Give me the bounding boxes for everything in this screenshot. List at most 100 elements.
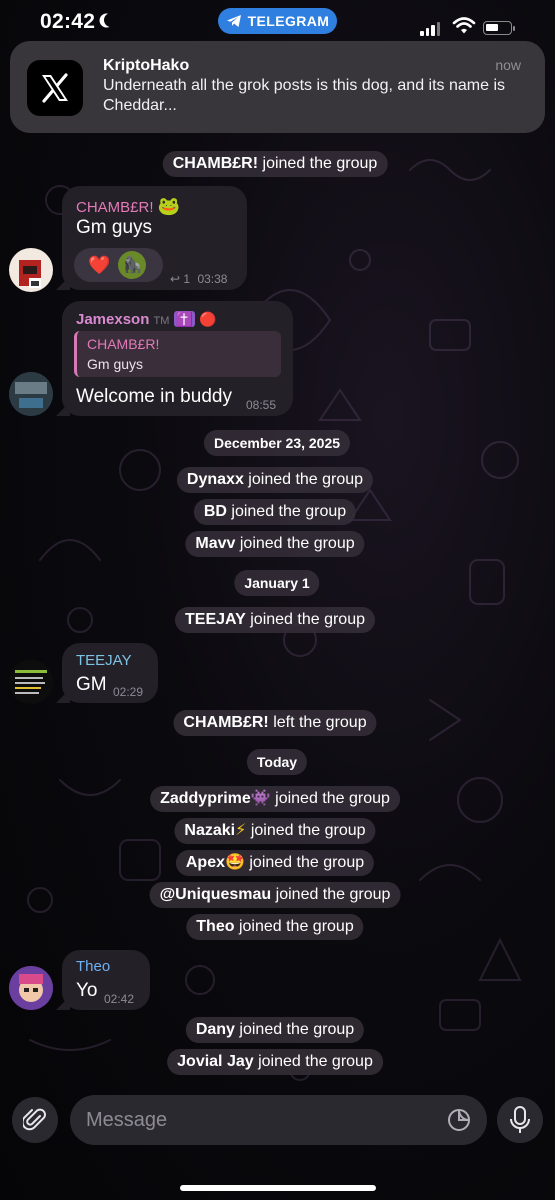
service-name: Apex: [185, 854, 225, 871]
service-text: joined the group: [258, 1053, 373, 1070]
service-text: joined the group: [239, 1021, 355, 1038]
reactions-row[interactable]: ❤️ 🦍: [74, 248, 163, 282]
notification-time: now: [495, 57, 521, 73]
service-text: joined the group: [239, 535, 355, 552]
message-time: 08:55: [246, 398, 277, 412]
service-text: joined the group: [275, 790, 390, 807]
service-name: TEEJAY: [185, 611, 246, 628]
message-time: 02:42: [104, 992, 135, 1006]
attach-button[interactable]: [12, 1097, 58, 1143]
avatar-theo[interactable]: [9, 966, 53, 1010]
message-bubble-theo[interactable]: Theo Yo 02:42: [56, 950, 150, 1010]
message-sender: TEEJAY: [76, 652, 132, 669]
red-circle-emoji: 🔴: [199, 311, 217, 327]
avatar-jamexson[interactable]: [9, 372, 53, 416]
message-bubble-teejay[interactable]: TEEJAY GM 02:29: [56, 643, 158, 703]
voice-message-button[interactable]: [497, 1097, 543, 1143]
service-message: Dynaxx joined the group: [176, 467, 374, 493]
service-message: @Uniquesmau joined the group: [149, 882, 401, 908]
service-name: Theo: [196, 918, 235, 935]
service-message: TEEJAY joined the group: [175, 607, 375, 633]
sender-emoji: 🐸: [157, 196, 181, 216]
service-name: BD: [203, 503, 227, 520]
service-message: Jovial Jay joined the group: [167, 1049, 383, 1075]
message-input-container[interactable]: [70, 1095, 487, 1145]
notification-body: Underneath all the grok posts is this do…: [103, 77, 505, 114]
message-time: 02:29: [113, 685, 144, 699]
avatar-chamber[interactable]: [9, 248, 53, 292]
service-text: joined the group: [249, 854, 365, 871]
service-name: Zaddyprime: [160, 790, 251, 807]
service-message: Apex🤩 joined the group: [175, 850, 375, 876]
service-text: joined the group: [250, 822, 366, 839]
chat-screen: 02:42 TELEGRAM KriptoHako now Underneath…: [0, 0, 555, 1200]
home-indicator[interactable]: [180, 1185, 376, 1191]
service-text: joined the group: [250, 611, 365, 628]
service-message: Nazaki⚡ joined the group: [174, 818, 376, 844]
service-name: CHAMB£R!: [183, 714, 269, 731]
sticker-icon[interactable]: [447, 1108, 471, 1132]
service-emoji: ⚡: [235, 822, 247, 839]
service-text: left the group: [273, 714, 367, 731]
service-emoji: 👾: [250, 790, 271, 807]
heart-reaction[interactable]: ❤️: [88, 255, 110, 276]
sender-name: CHAMB£R!: [76, 199, 154, 216]
reply-count: 1: [183, 272, 191, 286]
x-logo-icon: [27, 60, 83, 116]
message-sender: Jamexson TM ✝️ 🔴: [76, 311, 217, 328]
service-name: Jovial Jay: [177, 1053, 254, 1070]
date-separator: January 1: [234, 570, 320, 596]
sender-badge: TM: [153, 315, 170, 327]
message-sender: Theo: [76, 958, 111, 975]
message-input[interactable]: [86, 1095, 426, 1145]
service-message: Mavv joined the group: [185, 531, 365, 557]
reply-quote[interactable]: CHAMB£R! Gm guys: [74, 331, 281, 377]
notification-title: KriptoHako: [103, 57, 190, 74]
sender-name: Jamexson: [76, 311, 150, 328]
telegram-icon: [226, 15, 241, 27]
message-bubble-jamexson[interactable]: Jamexson TM ✝️ 🔴 CHAMB£R! Gm guys Welcom…: [56, 301, 293, 416]
paperclip-icon: [23, 1108, 46, 1131]
status-time: 02:42: [40, 10, 96, 33]
message-text: GM: [76, 674, 107, 695]
service-name: Nazaki: [184, 822, 236, 839]
reply-arrow-icon: ↩: [170, 272, 181, 286]
message-time: 03:38: [197, 272, 228, 286]
avatar-teejay[interactable]: [9, 660, 53, 704]
service-text: joined the group: [238, 918, 354, 935]
service-name: @Uniquesmau: [159, 886, 272, 903]
service-message: Zaddyprime👾 joined the group: [150, 786, 400, 812]
date-separator: Today: [246, 749, 308, 775]
service-message: CHAMB£R! left the group: [173, 710, 377, 736]
service-message: BD joined the group: [193, 499, 357, 525]
battery-icon: [483, 21, 515, 35]
service-name: CHAMB£R!: [172, 155, 259, 172]
service-message: Theo joined the group: [186, 914, 364, 940]
message-bubble-chamber[interactable]: CHAMB£R! 🐸 Gm guys ❤️ 🦍 ↩ 1 03:38: [56, 186, 247, 290]
service-text: joined the group: [231, 503, 347, 520]
service-message: CHAMB£R! joined the group: [162, 151, 388, 177]
telegram-pill[interactable]: TELEGRAM: [218, 8, 337, 34]
cross-emoji: ✝️: [173, 311, 196, 327]
service-message: Dany joined the group: [185, 1017, 365, 1043]
gorilla-reaction[interactable]: 🦍: [118, 251, 147, 279]
notification-banner[interactable]: KriptoHako now Underneath all the grok p…: [10, 41, 545, 133]
message-meta: ↩ 1 03:38: [170, 272, 227, 286]
service-emoji: 🤩: [224, 854, 245, 871]
microphone-icon: [510, 1106, 530, 1133]
quote-text: Gm guys: [87, 356, 144, 372]
service-name: Dynaxx: [186, 471, 244, 488]
message-sender: CHAMB£R! 🐸: [76, 196, 180, 217]
wifi-icon: [452, 17, 476, 34]
service-text: joined the group: [248, 471, 364, 488]
message-text: Yo: [76, 980, 98, 1001]
service-name: Mavv: [195, 535, 236, 552]
quote-sender: CHAMB£R!: [87, 336, 160, 352]
date-separator: December 23, 2025: [203, 430, 351, 456]
message-text: Welcome in buddy: [76, 386, 232, 407]
cellular-signal-icon: [420, 22, 440, 36]
message-text: Gm guys: [76, 217, 153, 238]
service-name: Dany: [195, 1021, 235, 1038]
service-text: joined the group: [275, 886, 391, 903]
service-text: joined the group: [262, 155, 378, 172]
